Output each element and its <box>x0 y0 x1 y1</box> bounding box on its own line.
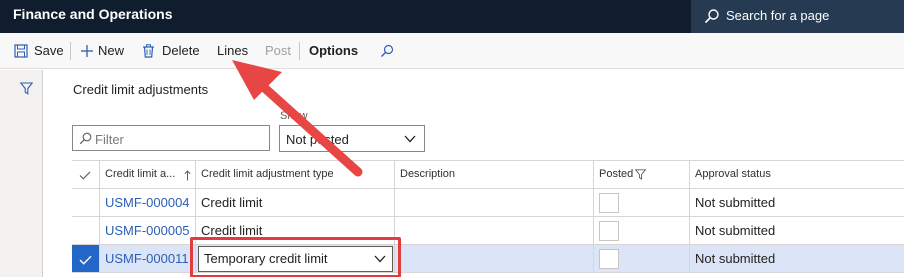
show-label: Show <box>280 110 308 122</box>
column-header-adjustment-type[interactable]: Credit limit adjustment type <box>195 161 394 188</box>
search-icon <box>704 9 719 24</box>
column-header-approval-status[interactable]: Approval status <box>689 161 888 188</box>
column-header-label: Description <box>400 168 456 180</box>
toolbar-search-button[interactable] <box>380 33 398 69</box>
options-label: Options <box>309 43 359 58</box>
page-title: Credit limit adjustments <box>73 82 209 97</box>
adjustment-id-link[interactable]: USMF-000011 <box>99 245 195 272</box>
posted-checkbox[interactable] <box>599 193 619 213</box>
row-select-cell[interactable] <box>72 245 99 272</box>
action-pane: Save New Delete Lines Post Options <box>0 33 904 69</box>
checkmark-icon <box>79 171 91 180</box>
top-nav-bar: Finance and Operations Search for a page <box>0 0 904 33</box>
description-cell[interactable] <box>394 217 593 244</box>
filter-pane-rail <box>0 70 43 277</box>
lines-label: Lines <box>217 43 249 58</box>
show-dropdown-value: Not posted <box>286 132 349 147</box>
search-icon <box>79 132 92 145</box>
column-header-label: Posted <box>599 168 634 180</box>
checkmark-icon <box>79 255 92 265</box>
table-row[interactable]: USMF-000004 Credit limit Not submitted <box>72 189 904 217</box>
column-header-label: Credit limit adjustment type <box>201 168 334 180</box>
description-cell[interactable] <box>394 189 593 216</box>
row-select-cell[interactable] <box>72 217 99 244</box>
new-label: New <box>98 43 125 58</box>
post-button[interactable]: Post <box>265 33 293 69</box>
toolbar-divider <box>299 42 300 60</box>
delete-button[interactable]: Delete <box>142 33 202 69</box>
approval-status-cell: Not submitted <box>689 217 888 244</box>
posted-checkbox[interactable] <box>599 249 619 269</box>
row-select-cell[interactable] <box>72 189 99 216</box>
posted-checkbox[interactable] <box>599 221 619 241</box>
page-search-box[interactable]: Search for a page <box>691 0 904 33</box>
approval-status-cell: Not submitted <box>689 189 888 216</box>
approval-status-cell: Not submitted <box>689 245 888 272</box>
chevron-down-icon <box>404 135 416 143</box>
highlight-annotation-box <box>190 237 401 277</box>
column-header-label: Approval status <box>695 168 771 180</box>
posted-cell <box>593 245 689 272</box>
description-cell[interactable] <box>394 245 593 272</box>
filter-icon[interactable] <box>20 82 33 95</box>
select-all-checkbox[interactable] <box>72 161 99 188</box>
search-icon <box>381 44 394 57</box>
grid-header-row: Credit limit a... Credit limit adjustmen… <box>72 160 904 189</box>
adjustment-type-cell[interactable]: Credit limit <box>195 189 394 216</box>
adjustment-id-link[interactable]: USMF-000004 <box>99 189 195 216</box>
column-header-description[interactable]: Description <box>394 161 593 188</box>
filter-placeholder: Filter <box>95 132 124 147</box>
adjustment-id-link[interactable]: USMF-000005 <box>99 217 195 244</box>
toolbar-divider <box>70 42 71 60</box>
filter-input[interactable]: Filter <box>72 125 270 151</box>
column-header-credit-limit-adjustment[interactable]: Credit limit a... <box>99 161 195 188</box>
save-label: Save <box>34 43 64 58</box>
new-button[interactable]: New <box>80 33 128 69</box>
lines-button[interactable]: Lines <box>217 33 249 69</box>
sort-ascending-icon <box>184 170 191 181</box>
app-title: Finance and Operations <box>13 6 173 22</box>
filter-icon <box>635 169 646 180</box>
delete-label: Delete <box>162 43 200 58</box>
trash-icon <box>143 44 154 58</box>
save-icon <box>14 44 28 58</box>
show-dropdown[interactable]: Not posted <box>279 125 425 152</box>
search-label: Search for a page <box>726 8 830 23</box>
post-label: Post <box>265 43 292 58</box>
column-header-label: Credit limit a... <box>105 168 176 180</box>
posted-cell <box>593 217 689 244</box>
options-button[interactable]: Options <box>309 33 361 69</box>
save-button[interactable]: Save <box>14 33 64 69</box>
plus-icon <box>81 45 93 57</box>
posted-cell <box>593 189 689 216</box>
column-header-posted[interactable]: Posted <box>593 161 689 188</box>
